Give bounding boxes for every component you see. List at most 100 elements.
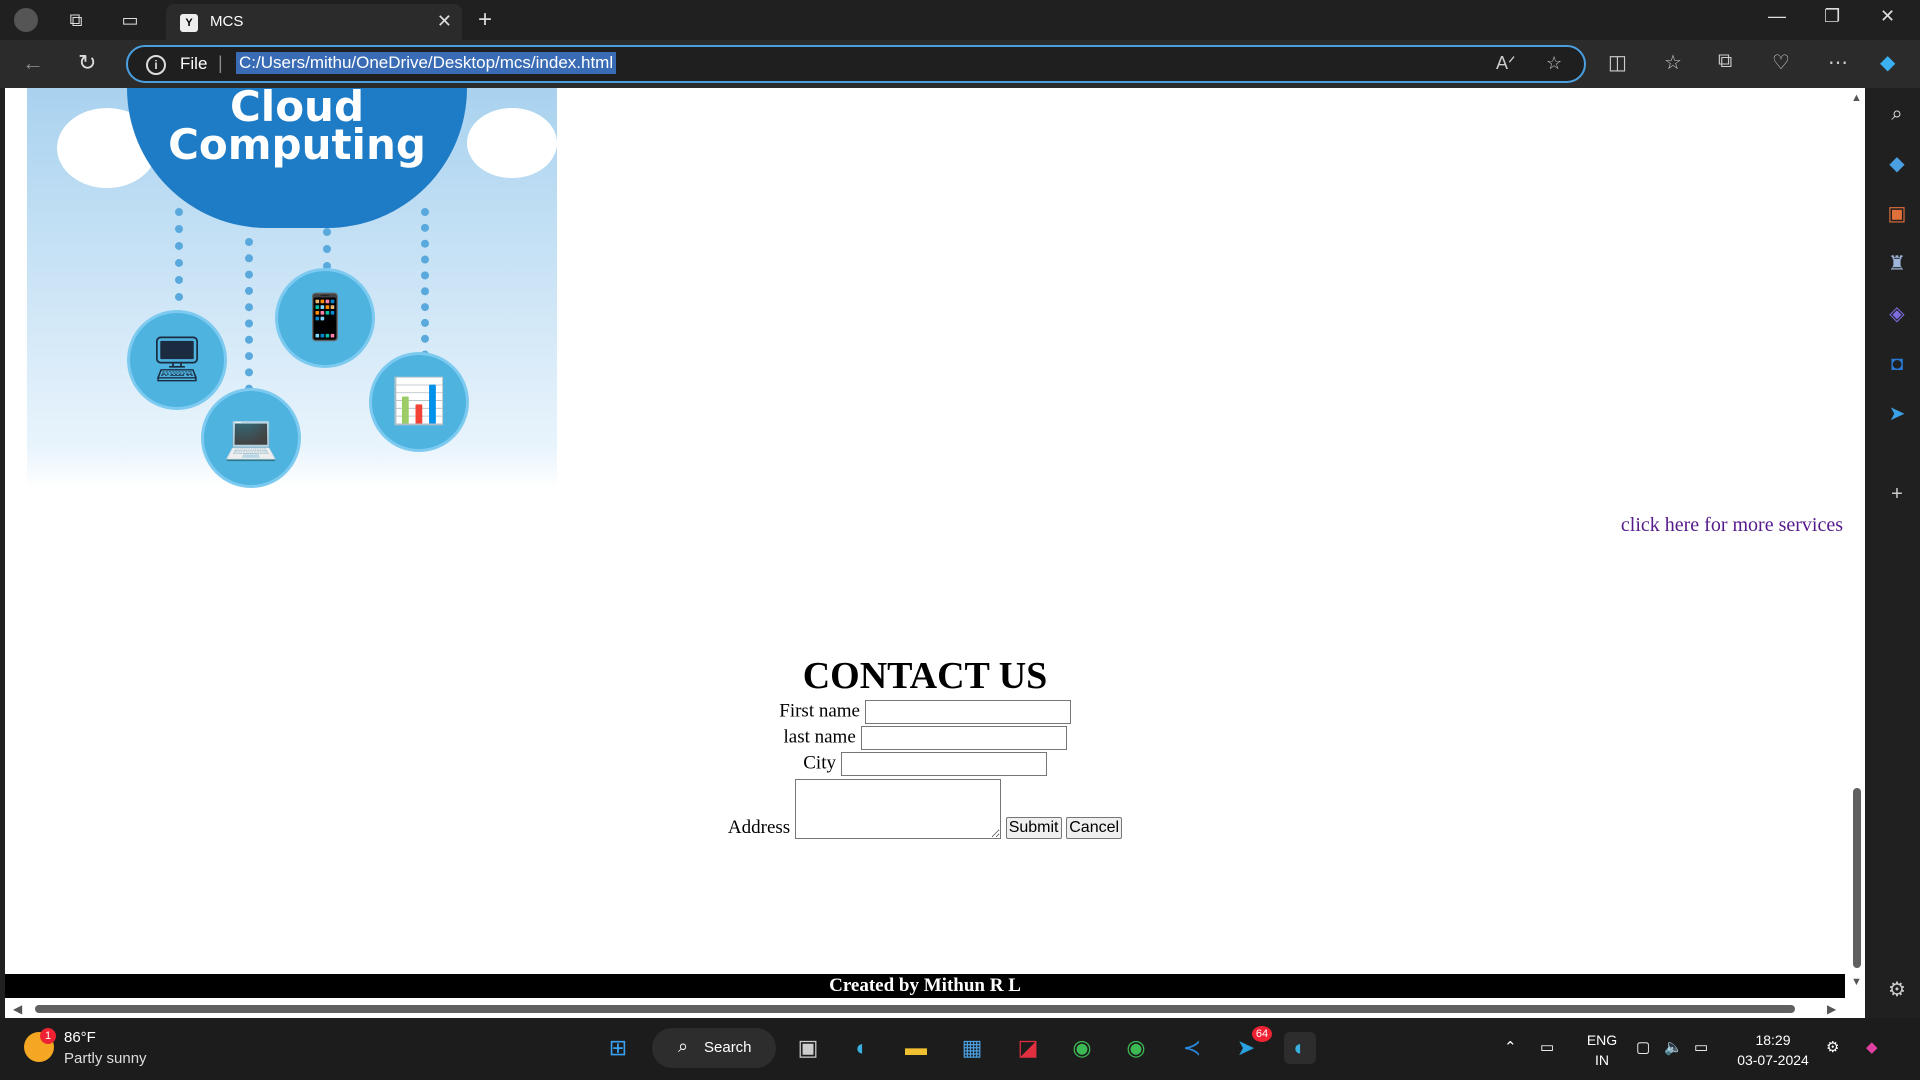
new-tab-icon[interactable]: + [478, 6, 492, 34]
city-input[interactable] [840, 752, 1047, 776]
search-icon[interactable]: ⌕ [1885, 102, 1909, 126]
browser-essentials-icon[interactable]: ♡ [1772, 50, 1790, 75]
contact-form: CONTACT US First name last name City Add… [5, 654, 1845, 839]
first-name-input[interactable] [864, 700, 1071, 724]
hero-title: Cloud Computing [147, 88, 447, 169]
url-text[interactable]: C:/Users/mithu/OneDrive/Desktop/mcs/inde… [236, 52, 617, 74]
copilot-icon[interactable]: ◆ [1880, 50, 1895, 75]
temperature[interactable]: 86°F [64, 1029, 96, 1046]
search-label: Search [704, 1039, 752, 1056]
tab-title: MCS [210, 13, 244, 30]
last-name-label: last name [783, 726, 856, 748]
vscode-icon[interactable]: ≺ [1176, 1032, 1208, 1064]
last-name-row: last name [5, 726, 1845, 750]
amd-software-icon[interactable]: ◪ [1012, 1032, 1044, 1064]
task-view-icon[interactable]: ▣ [792, 1032, 824, 1064]
cancel-button[interactable]: Cancel [1066, 817, 1123, 839]
read-aloud-icon[interactable]: Aᐟ [1496, 53, 1516, 74]
tab-bar: ⧉ ▭ Y MCS ✕ + — ❐ ✕ [0, 0, 1920, 40]
copilot-preview-icon[interactable]: ◆ [1866, 1038, 1878, 1056]
address-label: Address [727, 817, 791, 838]
close-tab-icon[interactable]: ✕ [437, 11, 452, 32]
contact-heading: CONTACT US [802, 655, 1048, 697]
hero-title-line2: Computing [168, 120, 426, 169]
connector-dots [175, 208, 183, 318]
language-code: ENG [1586, 1032, 1618, 1048]
chrome-profile-icon[interactable]: ◉ [1066, 1032, 1098, 1064]
windows-start-icon[interactable]: ⊞ [602, 1032, 634, 1064]
page-viewport: Cloud Computing 🖥 📱 💻 📊 click here for m… [5, 88, 1865, 1018]
address-bar[interactable]: i File | C:/Users/mithu/OneDrive/Desktop… [126, 45, 1586, 83]
address-toolbar: ← ↻ i File | C:/Users/mithu/OneDrive/Des… [0, 40, 1920, 88]
submit-button[interactable]: Submit [1005, 817, 1062, 839]
last-name-input[interactable] [860, 726, 1067, 750]
language-indicator[interactable]: ENG IN [1584, 1030, 1620, 1070]
split-screen-icon[interactable]: ◫ [1608, 50, 1627, 75]
microsoft-365-icon[interactable]: ◈ [1885, 302, 1909, 326]
send-icon[interactable]: ➤ [1885, 402, 1909, 426]
telegram-badge: 64 [1252, 1026, 1272, 1042]
monitor-chart-icon: 📊 [369, 352, 469, 452]
vertical-tabs-icon[interactable]: ▭ [118, 8, 142, 32]
clock[interactable]: 18:29 03-07-2024 [1728, 1030, 1818, 1070]
outlook-icon[interactable]: ◘ [1885, 352, 1909, 376]
time: 18:29 [1755, 1032, 1791, 1048]
network-icon[interactable]: ▢ [1636, 1038, 1650, 1056]
favorites-icon[interactable]: ☆ [1664, 50, 1682, 75]
microsoft-store-icon[interactable]: ▦ [956, 1032, 988, 1064]
city-row: City [5, 752, 1845, 776]
restore-icon[interactable]: ❐ [1824, 6, 1840, 27]
profile-avatar[interactable] [14, 8, 38, 32]
city-label: City [803, 752, 836, 774]
battery-icon[interactable]: ▭ [1694, 1038, 1708, 1056]
desktop-computer-icon: 🖥 [127, 310, 227, 410]
close-window-icon[interactable]: ✕ [1880, 6, 1895, 27]
workspaces-icon[interactable]: ⧉ [64, 8, 88, 32]
refresh-icon[interactable]: ↻ [78, 50, 96, 76]
laptop-icon: 💻 [201, 388, 301, 488]
volume-icon[interactable]: 🔈 [1664, 1038, 1683, 1056]
edge-dev-icon[interactable]: ◐ [846, 1032, 878, 1064]
tab-mcs[interactable]: Y MCS ✕ [166, 4, 462, 40]
shopping-tag-icon[interactable]: ◆ [1885, 152, 1909, 176]
page-footer: Created by Mithun R L [5, 974, 1845, 998]
vertical-scroll-thumb[interactable] [1853, 788, 1861, 968]
notification-gear-icon[interactable]: ⚙ [1826, 1038, 1839, 1056]
scroll-left-arrow-icon[interactable]: ◀ [13, 1002, 22, 1016]
more-menu-icon[interactable]: ⋯ [1828, 50, 1848, 75]
keyboard-icon[interactable]: ▭ [1540, 1038, 1554, 1056]
favorite-star-icon[interactable]: ☆ [1546, 53, 1562, 74]
add-app-icon[interactable]: + [1885, 482, 1909, 506]
address-row: Address Submit Cancel [5, 779, 1845, 839]
minimize-icon[interactable]: — [1768, 6, 1786, 27]
address-textarea[interactable] [794, 779, 1001, 839]
show-hidden-icons-chevron-icon[interactable]: ⌃ [1504, 1038, 1517, 1056]
horizontal-scrollbar[interactable]: ◀ ▶ [5, 1000, 1848, 1018]
weather-badge: 1 [40, 1028, 56, 1044]
back-icon[interactable]: ← [22, 50, 44, 76]
taskbar-search[interactable]: ⌕ Search [652, 1028, 776, 1068]
edge-icon[interactable]: ◐ [1284, 1032, 1316, 1064]
cloud-puff-right [467, 108, 557, 178]
chrome-icon[interactable]: ◉ [1120, 1032, 1152, 1064]
horizontal-scroll-thumb[interactable] [35, 1005, 1795, 1013]
file-explorer-icon[interactable]: ▬ [900, 1032, 932, 1064]
scroll-right-arrow-icon[interactable]: ▶ [1827, 1002, 1836, 1016]
games-icon[interactable]: ♜ [1885, 252, 1909, 276]
first-name-label: First name [779, 700, 860, 722]
scroll-up-arrow-icon[interactable]: ▲ [1851, 92, 1862, 104]
weather-condition[interactable]: Partly sunny [64, 1050, 147, 1067]
scheme-label: File [180, 54, 208, 73]
tools-icon[interactable]: ▣ [1885, 202, 1909, 226]
collections-icon[interactable]: ⧉ [1718, 50, 1732, 73]
settings-gear-icon[interactable]: ⚙ [1885, 978, 1909, 1002]
more-services-link[interactable]: click here for more services [1621, 514, 1843, 537]
info-icon[interactable]: i [146, 55, 166, 75]
tablet-icon: 📱 [275, 268, 375, 368]
separator: | [218, 53, 223, 73]
vertical-scrollbar[interactable]: ▲ ▼ [1848, 88, 1865, 1000]
scroll-down-arrow-icon[interactable]: ▼ [1851, 976, 1862, 988]
region-code: IN [1595, 1052, 1609, 1068]
edge-sidebar: ⌕ ◆ ▣ ♜ ◈ ◘ ➤ + ⚙ [1872, 88, 1920, 1018]
tab-favicon: Y [180, 14, 198, 32]
